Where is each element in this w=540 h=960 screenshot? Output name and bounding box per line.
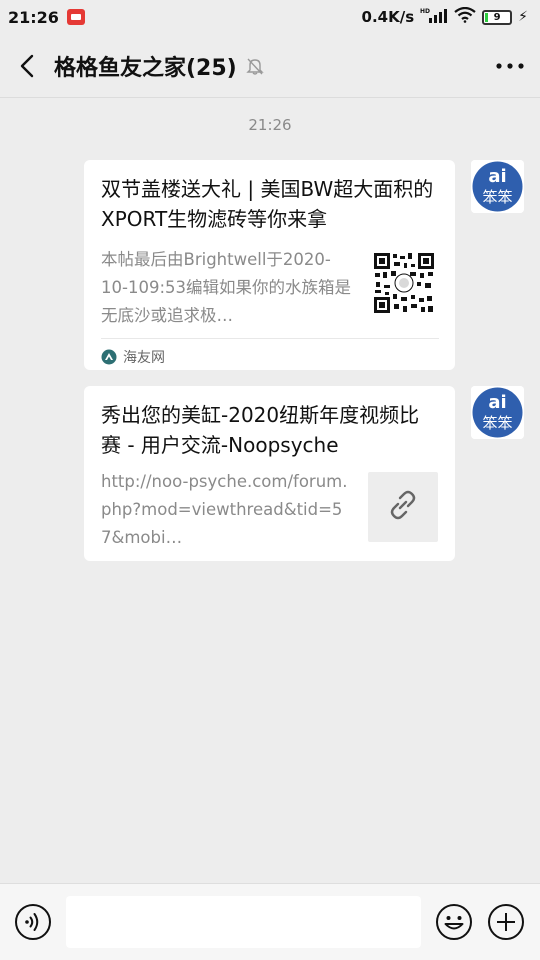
article-description: 本帖最后由Brightwell于2020-10-109:53编辑如果你的水族箱是… [101,250,351,325]
chat-header: 格格鱼友之家(25) [0,34,540,98]
shared-article-card[interactable]: 双节盖楼送大礼 | 美国BW超大面积的XPORT生物滤砖等你来拿 本帖最后由Br… [84,160,455,370]
status-time: 21:26 [8,7,59,27]
more-dots-icon[interactable] [496,54,524,78]
avatar[interactable]: ai 笨笨 [471,386,524,439]
voice-icon[interactable] [14,903,52,941]
battery-level: 9 [493,11,501,23]
chat-title: 格格鱼友之家(25) [54,55,237,81]
back-icon[interactable] [16,54,40,78]
message-timestamp: 21:26 [248,116,292,134]
link-thumbnail [368,472,438,542]
notification-app-icon [66,9,85,25]
article-title: 双节盖楼送大礼 | 美国BW超大面积的XPORT生物滤砖等你来拿 [101,177,434,231]
link-url: http://noo-psyche.com/forum.php?mod=view… [101,472,348,547]
shared-link-card[interactable]: 秀出您的美缸-2020纽斯年度视频比赛 - 用户交流-Noopsyche htt… [84,386,455,561]
svg-text:笨笨: 笨笨 [482,188,512,206]
status-bar: 21:26 0.4K/s HD 9 ⚡ [0,0,540,34]
signal-icon: HD [420,7,448,27]
svg-text:ai: ai [488,392,506,413]
hd-label: HD [420,8,430,15]
article-source: 海友网 [101,338,439,367]
wifi-icon [454,6,476,27]
battery-icon: 9 [482,9,513,25]
svg-text:笨笨: 笨笨 [482,414,512,432]
charging-icon: ⚡ [518,9,528,25]
svg-text:ai: ai [488,166,506,187]
emoji-icon[interactable] [435,903,473,941]
plus-icon[interactable] [487,903,525,941]
qr-code-thumbnail [373,252,435,314]
message-input[interactable] [66,896,421,948]
input-bar [0,883,540,960]
bell-off-icon [245,55,267,77]
link-icon [386,488,420,526]
avatar[interactable]: ai 笨笨 [471,160,524,213]
source-name: 海友网 [123,350,165,366]
network-speed: 0.4K/s [361,8,415,26]
link-title: 秀出您的美缸-2020纽斯年度视频比赛 - 用户交流-Noopsyche [101,403,420,457]
source-icon [101,349,117,365]
